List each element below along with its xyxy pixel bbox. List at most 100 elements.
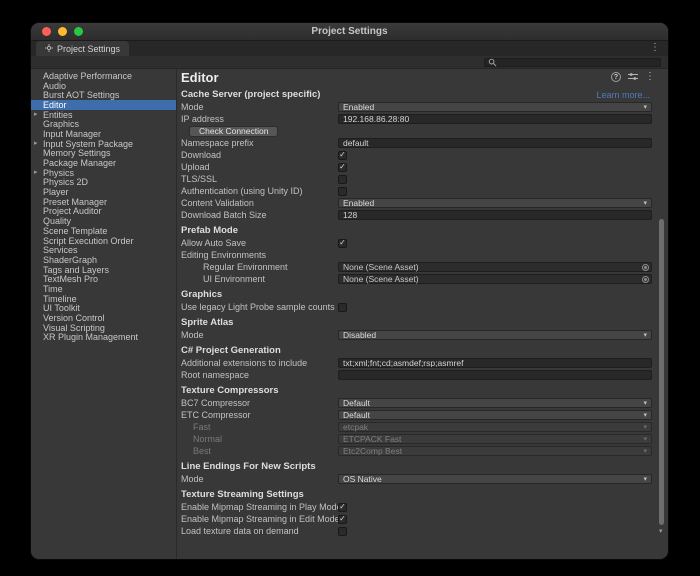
field-label: Mode: [181, 330, 338, 340]
normal-dropdown: ETCPACK Fast▾: [338, 434, 652, 444]
help-icon[interactable]: ?: [611, 72, 621, 82]
bc7-compressor-dropdown[interactable]: Default▾: [338, 398, 652, 408]
section-header: Line Endings For New Scripts: [181, 460, 668, 473]
enable-mipmap-streaming-in-play-mode-checkbox[interactable]: ✓: [338, 503, 347, 512]
sidebar-item-xr-plugin-management[interactable]: XR Plugin Management: [31, 333, 176, 343]
close-button[interactable]: [42, 27, 51, 36]
sidebar-item-burst-aot-settings[interactable]: Burst AOT Settings: [31, 90, 176, 100]
sidebar-item-scene-template[interactable]: Scene Template: [31, 226, 176, 236]
sidebar-item-input-system-package[interactable]: ▸Input System Package: [31, 139, 176, 149]
content-validation-dropdown[interactable]: Enabled▾: [338, 198, 652, 208]
field-label: Fast: [181, 422, 338, 432]
upload-checkbox[interactable]: ✓: [338, 163, 347, 172]
ui-environment-object-field[interactable]: None (Scene Asset): [338, 274, 652, 284]
sidebar-item-label: TextMesh Pro: [43, 274, 98, 284]
sidebar-item-script-execution-order[interactable]: Script Execution Order: [31, 236, 176, 246]
sidebar-item-time[interactable]: Time: [31, 284, 176, 294]
sidebar-item-preset-manager[interactable]: Preset Manager: [31, 197, 176, 207]
sidebar-item-visual-scripting[interactable]: Visual Scripting: [31, 323, 176, 333]
sidebar-item-label: Quality: [43, 216, 71, 226]
scrollbar[interactable]: ▾: [658, 69, 666, 560]
field-label: Enable Mipmap Streaming in Edit Mode: [181, 514, 338, 524]
foldout-arrow-icon[interactable]: ▸: [34, 111, 38, 118]
section-graphics: GraphicsUse legacy Light Probe sample co…: [181, 288, 668, 313]
root-namespace-field[interactable]: [338, 370, 652, 380]
sidebar-item-physics-2d[interactable]: Physics 2D: [31, 178, 176, 188]
window-title: Project Settings: [31, 26, 668, 37]
tls-ssl-checkbox[interactable]: [338, 175, 347, 184]
namespace-prefix-field[interactable]: default: [338, 138, 652, 148]
sidebar-item-timeline[interactable]: Timeline: [31, 294, 176, 304]
kebab-menu-icon[interactable]: ⋮: [645, 72, 655, 82]
sidebar-item-textmesh-pro[interactable]: TextMesh Pro: [31, 274, 176, 284]
field-label: Root namespace: [181, 370, 338, 380]
sidebar-item-label: Tags and Layers: [43, 265, 109, 275]
row-download-batch-size: Download Batch Size128: [181, 209, 668, 221]
titlebar[interactable]: Project Settings: [31, 23, 668, 41]
sidebar-item-label: Physics 2D: [43, 177, 88, 187]
zoom-button[interactable]: [74, 27, 83, 36]
sidebar-item-quality[interactable]: Quality: [31, 216, 176, 226]
sidebar-item-adaptive-performance[interactable]: Adaptive Performance: [31, 71, 176, 81]
foldout-arrow-icon[interactable]: ▸: [34, 169, 38, 176]
ip-address-field[interactable]: 192.168.86.28:80: [338, 114, 652, 124]
mode-dropdown[interactable]: Enabled▾: [338, 102, 652, 112]
object-picker-icon[interactable]: [642, 276, 649, 283]
sidebar-item-editor[interactable]: Editor: [31, 100, 176, 110]
sidebar-item-player[interactable]: Player: [31, 187, 176, 197]
sidebar-item-entities[interactable]: ▸Entities: [31, 110, 176, 120]
tab-bar: Project Settings ⋮: [31, 41, 668, 56]
scroll-down-icon[interactable]: ▾: [659, 528, 663, 535]
etc-compressor-dropdown[interactable]: Default▾: [338, 410, 652, 420]
sidebar-item-graphics[interactable]: Graphics: [31, 119, 176, 129]
settings-sections: Cache Server (project specific)Learn mor…: [181, 88, 668, 537]
section-title: Texture Compressors: [181, 385, 650, 396]
section-texture-streaming-settings: Texture Streaming SettingsEnable Mipmap …: [181, 488, 668, 537]
field-label: IP address: [181, 114, 338, 124]
mode-dropdown[interactable]: OS Native▾: [338, 474, 652, 484]
row-tls-ssl: TLS/SSL: [181, 173, 668, 185]
sidebar-item-memory-settings[interactable]: Memory Settings: [31, 149, 176, 159]
tab-project-settings[interactable]: Project Settings: [36, 41, 129, 56]
minimize-button[interactable]: [58, 27, 67, 36]
object-value: None (Scene Asset): [343, 274, 642, 284]
download-checkbox[interactable]: ✓: [338, 151, 347, 160]
sidebar-item-input-manager[interactable]: Input Manager: [31, 129, 176, 139]
check-connection-button[interactable]: Check Connection: [189, 126, 278, 137]
row-fast: Fastetcpak▾: [181, 421, 668, 433]
field-control: txt;xml;fnt;cd;asmdef;rsp;asmref: [338, 358, 652, 368]
sidebar-item-shadergraph[interactable]: ShaderGraph: [31, 255, 176, 265]
sidebar-item-label: Adaptive Performance: [43, 71, 132, 81]
tab-menu-kebab-icon[interactable]: ⋮: [650, 43, 660, 53]
sidebar-item-physics[interactable]: ▸Physics: [31, 168, 176, 178]
sidebar-item-label: Burst AOT Settings: [43, 90, 119, 100]
section-line-endings-for-new-scripts: Line Endings For New ScriptsModeOS Nativ…: [181, 460, 668, 485]
sidebar-item-tags-and-layers[interactable]: Tags and Layers: [31, 265, 176, 275]
preset-icon[interactable]: [628, 69, 638, 86]
object-picker-icon[interactable]: [642, 264, 649, 271]
learn-more-link[interactable]: Learn more...: [596, 90, 650, 100]
section-texture-compressors: Texture CompressorsBC7 CompressorDefault…: [181, 384, 668, 457]
sidebar-item-version-control[interactable]: Version Control: [31, 313, 176, 323]
search-input[interactable]: [484, 58, 661, 67]
load-texture-data-on-demand-checkbox[interactable]: [338, 527, 347, 536]
sidebar-item-audio[interactable]: Audio: [31, 81, 176, 91]
use-legacy-light-probe-sample-counts-checkbox[interactable]: [338, 303, 347, 312]
sidebar-item-project-auditor[interactable]: Project Auditor: [31, 207, 176, 217]
row-enable-mipmap-streaming-in-edit-mode: Enable Mipmap Streaming in Edit Mode✓: [181, 513, 668, 525]
authentication-using-unity-id-checkbox[interactable]: [338, 187, 347, 196]
sidebar-item-label: Player: [43, 187, 69, 197]
mode-dropdown[interactable]: Disabled▾: [338, 330, 652, 340]
regular-environment-object-field[interactable]: None (Scene Asset): [338, 262, 652, 272]
chevron-down-icon: ▾: [643, 424, 647, 431]
field-control: ✓: [338, 515, 652, 524]
sidebar-item-ui-toolkit[interactable]: UI Toolkit: [31, 304, 176, 314]
download-batch-size-field[interactable]: 128: [338, 210, 652, 220]
sidebar-item-services[interactable]: Services: [31, 245, 176, 255]
additional-extensions-to-include-field[interactable]: txt;xml;fnt;cd;asmdef;rsp;asmref: [338, 358, 652, 368]
sidebar-item-package-manager[interactable]: Package Manager: [31, 158, 176, 168]
enable-mipmap-streaming-in-edit-mode-checkbox[interactable]: ✓: [338, 515, 347, 524]
foldout-arrow-icon[interactable]: ▸: [34, 140, 38, 147]
scrollbar-thumb[interactable]: [659, 219, 664, 525]
allow-auto-save-checkbox[interactable]: ✓: [338, 239, 347, 248]
